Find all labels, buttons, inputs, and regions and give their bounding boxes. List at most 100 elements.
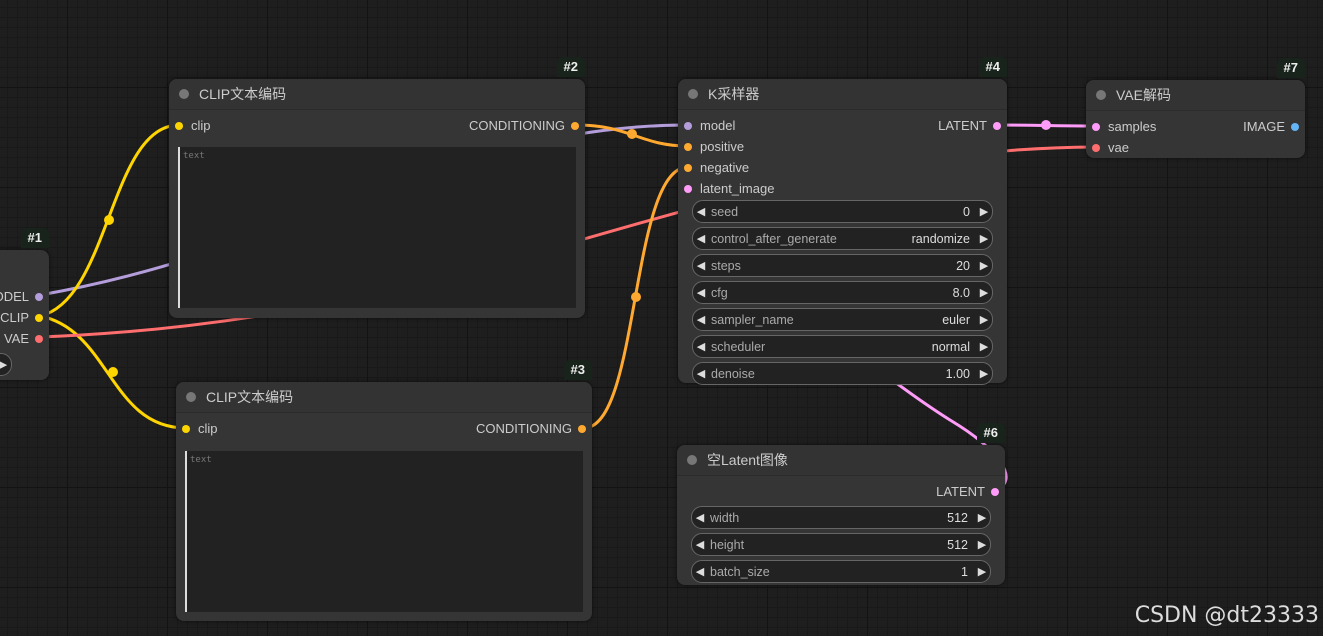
widget-value[interactable]: 0 xyxy=(963,205,970,219)
conditioning-slot[interactable] xyxy=(571,121,579,130)
widget-value[interactable]: 1 xyxy=(961,565,968,579)
input-model[interactable]: model xyxy=(684,115,735,136)
output-label: CONDITIONING xyxy=(468,118,565,133)
output-conditioning[interactable]: CONDITIONING xyxy=(476,418,586,439)
node-header[interactable]: K采样器 xyxy=(678,79,1007,110)
io-row: model LATENT xyxy=(678,115,1007,136)
widget-value[interactable]: 512 xyxy=(947,511,968,525)
widget-value[interactable]: 1.00 xyxy=(946,367,970,381)
collapse-dot-icon[interactable] xyxy=(186,392,196,402)
arrow-right-icon[interactable]: ▶ xyxy=(974,565,990,578)
output-model[interactable]: ODEL xyxy=(0,286,49,307)
empty-latent-image-node[interactable]: #6 空Latent图像 LATENT ◀ width 512 ▶ ◀ height 51… xyxy=(677,423,1005,585)
model-slot[interactable] xyxy=(35,292,43,301)
prompt-textarea[interactable]: text xyxy=(178,147,576,308)
checkpoint-loader-node[interactable]: #1 ODEL CLIP VAE ▶ xyxy=(0,228,49,380)
arrow-right-icon[interactable]: ▶ xyxy=(976,232,992,245)
widget-value[interactable]: normal xyxy=(932,340,970,354)
latent-slot[interactable] xyxy=(993,121,1001,130)
widget-value[interactable]: 512 xyxy=(947,538,968,552)
arrow-left-icon[interactable]: ◀ xyxy=(692,538,708,551)
conditioning-slot[interactable] xyxy=(684,163,692,172)
latent-slot[interactable] xyxy=(1092,122,1100,131)
width-widget[interactable]: ◀ width 512 ▶ xyxy=(691,506,991,529)
arrow-right-icon[interactable]: ▶ xyxy=(976,340,992,353)
prompt-textarea[interactable]: text xyxy=(185,451,583,612)
latent-slot[interactable] xyxy=(991,487,999,496)
input-clip[interactable]: clip xyxy=(175,115,211,136)
conditioning-slot[interactable] xyxy=(684,142,692,151)
arrow-right-icon[interactable]: ▶ xyxy=(974,511,990,524)
arrow-left-icon[interactable]: ◀ xyxy=(692,511,708,524)
output-latent[interactable]: LATENT xyxy=(938,115,1001,136)
input-samples[interactable]: samples xyxy=(1092,116,1156,137)
conditioning-slot[interactable] xyxy=(578,424,586,433)
output-conditioning[interactable]: CONDITIONING xyxy=(469,115,579,136)
input-latent-image[interactable]: latent_image xyxy=(684,178,774,199)
arrow-right-icon[interactable]: ▶ xyxy=(976,286,992,299)
collapse-dot-icon[interactable] xyxy=(687,455,697,465)
arrow-right-icon[interactable]: ▶ xyxy=(0,358,11,371)
ksampler-node[interactable]: #4 K采样器 model LATENT positive negative l… xyxy=(678,57,1007,385)
input-positive[interactable]: positive xyxy=(684,136,744,157)
model-slot[interactable] xyxy=(684,121,692,130)
arrow-left-icon[interactable]: ◀ xyxy=(693,313,709,326)
output-clip[interactable]: CLIP xyxy=(0,307,49,328)
vae-decode-node[interactable]: #7 VAE解码 samples IMAGE vae xyxy=(1086,58,1305,158)
ckpt-name-widget[interactable]: ▶ xyxy=(0,353,12,376)
latent-slot[interactable] xyxy=(684,184,692,193)
arrow-left-icon[interactable]: ◀ xyxy=(693,205,709,218)
clip-text-encode-positive-node[interactable]: #2 CLIP文本编码 clip CONDITIONING text xyxy=(169,57,585,318)
collapse-dot-icon[interactable] xyxy=(179,89,189,99)
output-label: IMAGE xyxy=(1243,119,1285,134)
input-negative[interactable]: negative xyxy=(684,157,749,178)
arrow-right-icon[interactable]: ▶ xyxy=(976,259,992,272)
image-slot[interactable] xyxy=(1291,122,1299,131)
output-vae[interactable]: VAE xyxy=(0,328,49,349)
widget-name: sampler_name xyxy=(711,312,794,327)
steps-widget[interactable]: ◀ steps 20 ▶ xyxy=(692,254,993,277)
denoise-widget[interactable]: ◀ denoise 1.00 ▶ xyxy=(692,362,993,385)
control-after-generate-widget[interactable]: ◀ control_after_generate randomize ▶ xyxy=(692,227,993,250)
io-row: positive xyxy=(678,136,1007,157)
widget-value[interactable]: 8.0 xyxy=(953,286,970,300)
arrow-left-icon[interactable]: ◀ xyxy=(693,259,709,272)
arrow-left-icon[interactable]: ◀ xyxy=(693,232,709,245)
vae-slot[interactable] xyxy=(1092,143,1100,152)
height-widget[interactable]: ◀ height 512 ▶ xyxy=(691,533,991,556)
arrow-right-icon[interactable]: ▶ xyxy=(974,538,990,551)
widget-value[interactable]: 20 xyxy=(956,259,970,273)
arrow-right-icon[interactable]: ▶ xyxy=(976,313,992,326)
scheduler-widget[interactable]: ◀ scheduler normal ▶ xyxy=(692,335,993,358)
cfg-widget[interactable]: ◀ cfg 8.0 ▶ xyxy=(692,281,993,304)
sampler-name-widget[interactable]: ◀ sampler_name euler ▶ xyxy=(692,308,993,331)
node-badge: #7 xyxy=(1276,58,1305,78)
arrow-left-icon[interactable]: ◀ xyxy=(693,367,709,380)
input-clip[interactable]: clip xyxy=(182,418,218,439)
clip-slot[interactable] xyxy=(35,313,43,322)
node-header[interactable]: CLIP文本编码 xyxy=(169,79,585,110)
widget-name: height xyxy=(710,537,745,552)
collapse-dot-icon[interactable] xyxy=(688,89,698,99)
node-header[interactable]: 空Latent图像 xyxy=(677,445,1005,476)
clip-slot[interactable] xyxy=(175,121,183,130)
node-header[interactable]: CLIP文本编码 xyxy=(176,382,592,413)
widget-name: scheduler xyxy=(711,339,766,354)
batch-size-widget[interactable]: ◀ batch_size 1 ▶ xyxy=(691,560,991,583)
input-vae[interactable]: vae xyxy=(1092,137,1129,158)
vae-slot[interactable] xyxy=(35,334,43,343)
arrow-left-icon[interactable]: ◀ xyxy=(692,565,708,578)
arrow-right-icon[interactable]: ▶ xyxy=(976,205,992,218)
clip-slot[interactable] xyxy=(182,424,190,433)
collapse-dot-icon[interactable] xyxy=(1096,90,1106,100)
output-latent[interactable]: LATENT xyxy=(936,481,999,502)
clip-text-encode-negative-node[interactable]: #3 CLIP文本编码 clip CONDITIONING text xyxy=(176,360,592,621)
seed-widget[interactable]: ◀ seed 0 ▶ xyxy=(692,200,993,223)
node-header[interactable]: VAE解码 xyxy=(1086,80,1305,111)
output-image[interactable]: IMAGE xyxy=(1243,116,1299,137)
arrow-left-icon[interactable]: ◀ xyxy=(693,286,709,299)
arrow-right-icon[interactable]: ▶ xyxy=(976,367,992,380)
arrow-left-icon[interactable]: ◀ xyxy=(693,340,709,353)
widget-value[interactable]: randomize xyxy=(912,232,970,246)
widget-value[interactable]: euler xyxy=(942,313,970,327)
